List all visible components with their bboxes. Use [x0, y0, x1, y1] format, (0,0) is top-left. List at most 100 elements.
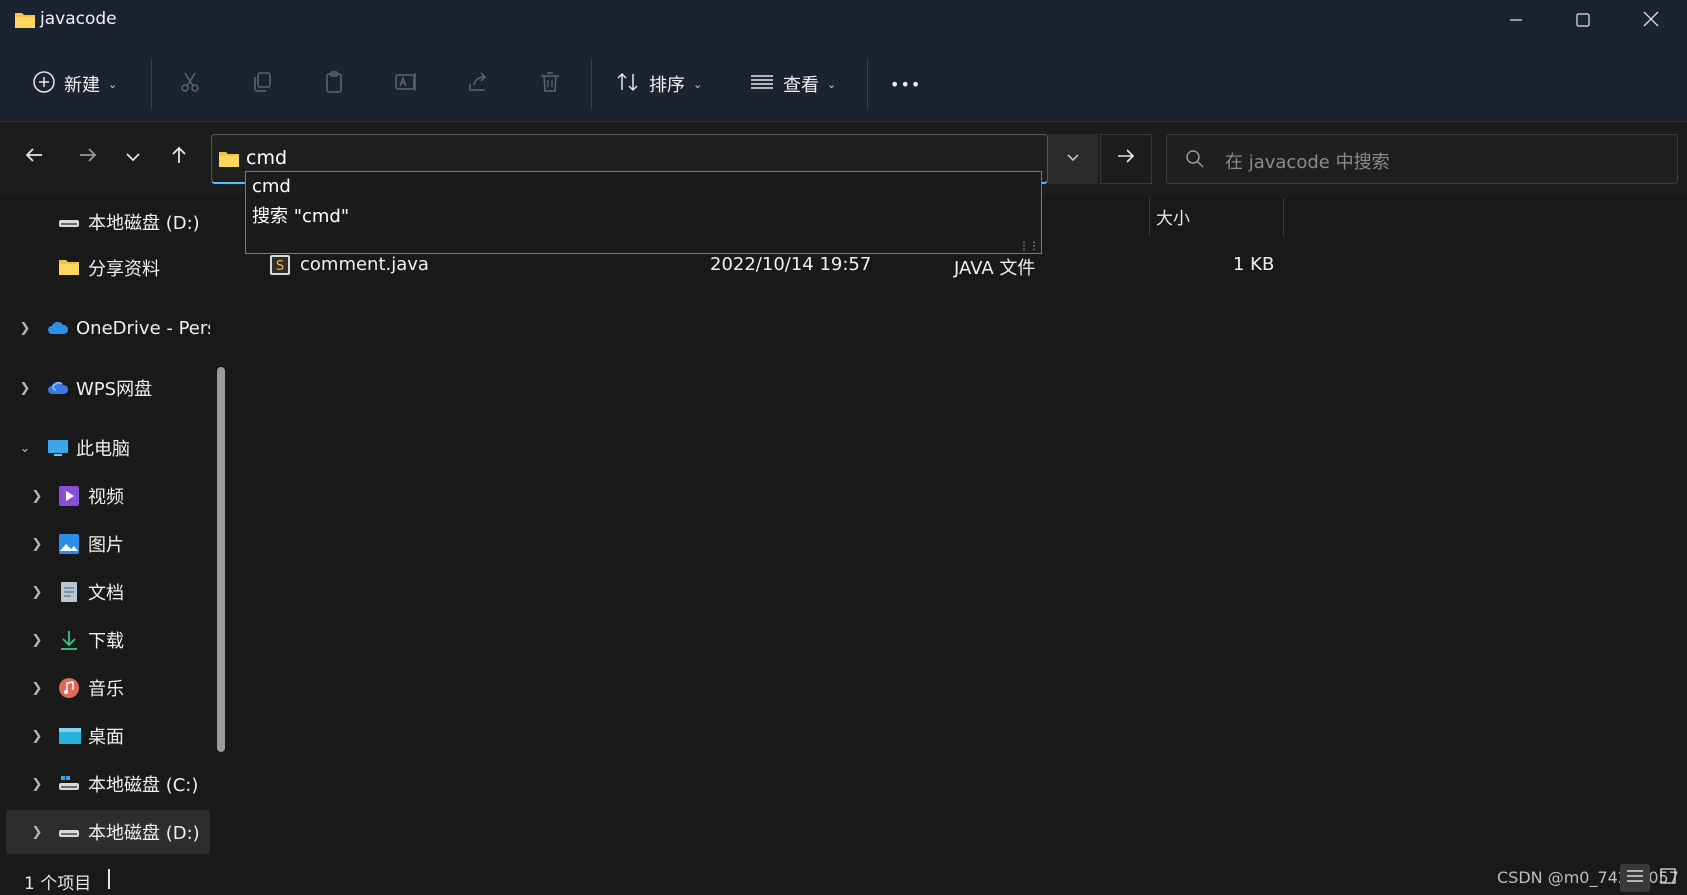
trash-icon — [538, 70, 562, 98]
address-suggestions: cmd 搜索 "cmd" ⋮⋮ — [245, 171, 1042, 254]
tiles-view-button[interactable] — [1653, 864, 1683, 892]
arrow-up-icon — [169, 145, 189, 171]
chevron-right-icon: ❯ — [31, 776, 43, 792]
column-divider[interactable] — [1149, 198, 1150, 236]
share-button[interactable] — [462, 68, 494, 100]
maximize-button[interactable] — [1547, 0, 1619, 40]
paste-button[interactable] — [318, 68, 350, 100]
file-type: JAVA 文件 — [954, 258, 1036, 279]
sidebar-item-videos[interactable]: ❯ 视频 — [6, 474, 210, 518]
sidebar-item-this-pc[interactable]: ⌄ 此电脑 — [6, 426, 210, 470]
column-divider[interactable] — [1283, 198, 1284, 236]
toolbar-divider — [591, 60, 592, 108]
chevron-right-icon: ❯ — [31, 728, 43, 744]
share-icon — [466, 70, 490, 98]
chevron-right-icon: ❯ — [31, 488, 43, 504]
resize-grip-icon[interactable]: ⋮⋮ — [1019, 242, 1039, 252]
cloud-icon — [46, 377, 69, 399]
document-icon — [58, 581, 80, 603]
chevron-right-icon: ❯ — [31, 584, 43, 600]
cut-button[interactable] — [174, 68, 206, 100]
new-label: 新建 — [64, 75, 100, 96]
sidebar-item-onedrive[interactable]: ❯ OneDrive - Pers — [6, 306, 210, 350]
folder-icon — [14, 10, 36, 34]
suggestion-item[interactable]: cmd — [252, 176, 291, 197]
window-title: javacode — [40, 9, 117, 29]
item-count: 1 个项目 — [24, 874, 92, 894]
status-separator — [108, 869, 110, 889]
view-button[interactable]: 查看 ⌄ — [749, 64, 836, 104]
desktop-icon — [58, 725, 81, 747]
delete-button[interactable] — [534, 68, 566, 100]
chevron-down-icon: ⌄ — [693, 77, 703, 91]
address-history-button[interactable] — [1048, 134, 1098, 184]
java-file-icon: S — [268, 253, 292, 282]
sidebar-scrollbar[interactable] — [217, 367, 225, 752]
svg-text:S: S — [276, 259, 284, 274]
chevron-down-icon — [1066, 150, 1080, 168]
sidebar-item-music[interactable]: ❯ 音乐 — [6, 666, 210, 710]
sidebar-item-documents[interactable]: ❯ 文档 — [6, 570, 210, 614]
music-icon — [58, 677, 80, 699]
sort-button[interactable]: 排序 ⌄ — [615, 64, 702, 104]
go-button[interactable] — [1100, 134, 1152, 184]
recent-locations-button[interactable] — [115, 140, 151, 176]
search-placeholder: 在 javacode 中搜索 — [1225, 152, 1390, 173]
details-view-icon — [1626, 868, 1644, 888]
search-icon — [1185, 149, 1205, 173]
address-input[interactable]: cmd — [246, 147, 287, 169]
search-box[interactable]: 在 javacode 中搜索 — [1166, 134, 1678, 184]
copy-button[interactable] — [246, 68, 278, 100]
sidebar-item-drive-d-selected[interactable]: ❯ 本地磁盘 (D:) — [6, 810, 210, 854]
toolbar-divider — [151, 60, 152, 108]
title-bar: javacode — [0, 0, 1687, 44]
forward-button[interactable] — [70, 140, 106, 176]
file-size: 1 KB — [1233, 254, 1275, 275]
back-button[interactable] — [16, 140, 52, 176]
more-options-button[interactable]: ••• — [890, 64, 921, 104]
sidebar-item-downloads[interactable]: ❯ 下载 — [6, 618, 210, 662]
chevron-down-icon: ⌄ — [19, 440, 31, 456]
sidebar-item-desktop[interactable]: ❯ 桌面 — [6, 714, 210, 758]
sidebar-item-drive-d[interactable]: 本地磁盘 (D:) — [6, 200, 210, 244]
arrow-right-icon — [78, 145, 98, 171]
more-icon: ••• — [890, 74, 922, 94]
chevron-down-icon — [125, 146, 141, 171]
file-name: comment.java — [300, 254, 429, 275]
rename-button[interactable] — [390, 68, 422, 100]
maximize-icon — [1576, 8, 1590, 32]
column-header-size[interactable]: 大小 — [1156, 204, 1190, 229]
file-modified: 2022/10/14 19:57 — [710, 254, 872, 275]
clipboard-icon — [322, 70, 346, 98]
chevron-down-icon: ⌄ — [108, 77, 118, 91]
close-button[interactable] — [1615, 0, 1687, 40]
status-bar: 1 个项目 — [0, 863, 1687, 895]
cloud-icon — [46, 317, 69, 339]
command-bar: 新建 ⌄ 排序 ⌄ 查看 ⌄ ••• — [0, 44, 1687, 122]
chevron-right-icon: ❯ — [31, 680, 43, 696]
tiles-view-icon — [1660, 868, 1676, 888]
minimize-icon — [1509, 8, 1523, 32]
sidebar-item-pictures[interactable]: ❯ 图片 — [6, 522, 210, 566]
picture-icon — [58, 533, 80, 555]
new-button[interactable]: 新建 ⌄ — [32, 64, 117, 104]
sidebar-item-wps[interactable]: ❯ WPS网盘 — [6, 366, 210, 410]
download-icon — [58, 629, 80, 651]
folder-icon — [58, 257, 80, 279]
chevron-right-icon: ❯ — [31, 824, 43, 840]
folder-icon — [218, 150, 240, 172]
sort-icon — [615, 70, 641, 99]
sidebar-item-shared-folder[interactable]: 分享资料 — [6, 246, 210, 290]
navigation-pane: 本地磁盘 (D:) 分享资料 ❯ OneDrive - Pers ❯ WPS网盘… — [0, 196, 232, 863]
chevron-right-icon: ❯ — [19, 320, 31, 336]
file-row[interactable]: S comment.java 2022/10/14 19:57 JAVA 文件 … — [260, 250, 1290, 282]
minimize-button[interactable] — [1480, 0, 1552, 40]
details-view-button[interactable] — [1620, 864, 1650, 892]
toolbar-divider — [867, 60, 868, 108]
suggestion-item[interactable]: 搜索 "cmd" — [252, 202, 349, 228]
view-label: 查看 — [783, 75, 819, 96]
sidebar-item-drive-c[interactable]: ❯ 本地磁盘 (C:) — [6, 762, 210, 806]
arrow-left-icon — [24, 145, 44, 171]
up-button[interactable] — [161, 140, 197, 176]
view-list-icon — [749, 70, 775, 99]
